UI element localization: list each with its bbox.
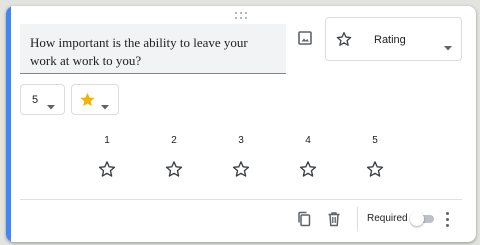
rating-option-3[interactable]: 3 xyxy=(226,134,256,178)
rating-option-1[interactable]: 1 xyxy=(92,134,122,178)
star-outline-icon xyxy=(165,161,183,177)
rating-number: 2 xyxy=(171,135,177,146)
star-filled-icon xyxy=(79,91,96,113)
question-type-select[interactable]: Rating xyxy=(325,17,462,61)
scale-count-value: 5 xyxy=(32,94,39,106)
rating-number: 5 xyxy=(372,135,378,146)
rating-number: 1 xyxy=(104,135,110,146)
dropdown-arrow-icon xyxy=(47,97,55,115)
dropdown-arrow-icon xyxy=(101,97,109,115)
question-type-label: Rating xyxy=(374,34,406,46)
star-outline-icon xyxy=(98,161,116,177)
rating-option-4[interactable]: 4 xyxy=(293,134,323,178)
more-options-icon[interactable] xyxy=(444,209,452,229)
scale-count-select[interactable]: 5 xyxy=(20,84,65,115)
required-toggle[interactable] xyxy=(410,212,434,226)
rating-icon-select[interactable] xyxy=(71,84,119,115)
footer-separator xyxy=(357,207,358,231)
star-outline-icon xyxy=(299,161,317,177)
delete-icon[interactable] xyxy=(324,209,344,229)
duplicate-icon[interactable] xyxy=(294,209,314,229)
question-title-input[interactable]: How important is the ability to leave yo… xyxy=(20,24,286,74)
star-outline-icon xyxy=(366,161,384,177)
rating-number: 3 xyxy=(238,135,244,146)
question-title-text: How important is the ability to leave yo… xyxy=(30,35,248,68)
toggle-knob xyxy=(410,212,424,226)
active-card-indicator xyxy=(6,6,11,242)
star-outline-icon xyxy=(336,31,352,52)
dropdown-arrow-icon xyxy=(444,38,452,56)
drag-handle-icon[interactable] xyxy=(235,12,249,20)
rating-option-2[interactable]: 2 xyxy=(159,134,189,178)
rating-number: 4 xyxy=(305,135,311,146)
star-outline-icon xyxy=(232,161,250,177)
footer-divider xyxy=(20,199,462,200)
required-label: Required xyxy=(367,213,408,224)
question-card: How important is the ability to leave yo… xyxy=(6,6,476,242)
rating-option-5[interactable]: 5 xyxy=(360,134,390,178)
add-image-icon[interactable] xyxy=(295,28,315,48)
